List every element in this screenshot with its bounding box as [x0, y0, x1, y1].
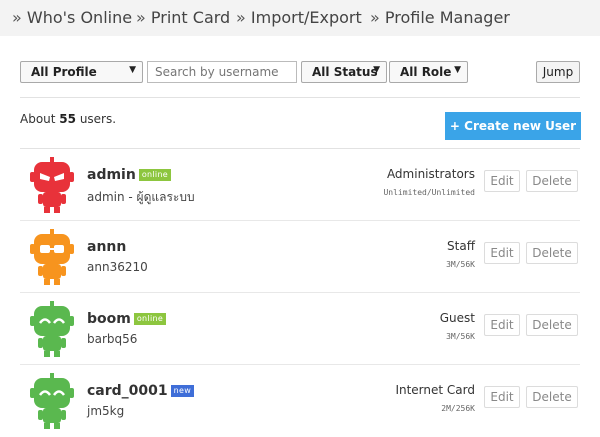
delete-button[interactable]: Delete	[526, 386, 578, 408]
divider	[20, 97, 580, 98]
chevron-down-icon: ▼	[129, 65, 136, 75]
username[interactable]: admin	[87, 167, 136, 183]
user-quota: 3M/56K	[446, 332, 475, 341]
user-role: Internet Card	[395, 383, 475, 397]
summary-suffix: users.	[76, 112, 117, 126]
delete-button[interactable]: Delete	[526, 314, 578, 336]
nav-link-label: Who's Online	[26, 8, 133, 27]
create-new-user-button[interactable]: + Create new User	[445, 112, 581, 140]
user-quota: 3M/56K	[446, 260, 475, 269]
nav-link-whos-online[interactable]: » Who's Online	[12, 8, 132, 27]
user-subtitle: jm5kg	[87, 404, 125, 418]
new-badge: new	[170, 385, 195, 397]
user-count-summary: About 55 users.	[20, 112, 116, 126]
admin-robot-avatar-icon	[30, 157, 74, 213]
nav-link-label: Profile Manager	[384, 8, 510, 27]
nav-arrow: »	[236, 8, 246, 27]
delete-button[interactable]: Delete	[526, 242, 578, 264]
nav-arrow: »	[136, 8, 146, 27]
user-quota: 2M/256K	[441, 404, 475, 413]
edit-button[interactable]: Edit	[484, 242, 520, 264]
chevron-down-icon: ▼	[373, 65, 380, 75]
user-count: 55	[59, 112, 76, 126]
online-badge: online	[133, 313, 167, 325]
card-robot-avatar-icon	[30, 373, 74, 429]
status-select[interactable]: All Status ▼	[301, 61, 387, 83]
search-input[interactable]	[147, 61, 297, 83]
edit-button[interactable]: Edit	[484, 386, 520, 408]
nav-arrow: »	[12, 8, 22, 27]
role-select-value: All Role	[400, 65, 452, 79]
nav-link-label: Import/Export	[250, 8, 362, 27]
nav-link-profile-manager[interactable]: » Profile Manager	[370, 8, 510, 27]
edit-button[interactable]: Edit	[484, 314, 520, 336]
user-row: admin online admin - ผู้ดูแลระบบ Administ…	[20, 149, 580, 221]
filter-toolbar: All Profile ▼ All Status ▼ All Role ▼ Ju…	[0, 61, 600, 85]
status-select-value: All Status	[312, 65, 378, 79]
user-quota: Unlimited/Unlimited	[383, 188, 475, 197]
user-row: card_0001 new jm5kg Internet Card 2M/256K…	[20, 365, 580, 437]
nav-link-import-export[interactable]: » Import/Export	[236, 8, 362, 27]
profile-select[interactable]: All Profile ▼	[20, 61, 143, 83]
user-subtitle: admin - ผู้ดูแลระบบ	[87, 190, 195, 204]
jump-button[interactable]: Jump	[536, 61, 580, 83]
user-role: Guest	[439, 311, 475, 325]
edit-button[interactable]: Edit	[484, 170, 520, 192]
profile-select-value: All Profile	[31, 65, 97, 79]
chevron-down-icon: ▼	[454, 65, 461, 75]
staff-robot-avatar-icon	[30, 229, 74, 285]
user-row: boom online barbq56 Guest 3M/56K Edit Del…	[20, 293, 580, 365]
delete-button[interactable]: Delete	[526, 170, 578, 192]
role-select[interactable]: All Role ▼	[389, 61, 468, 83]
online-badge: online	[138, 169, 172, 181]
user-role: Administrators	[386, 167, 475, 181]
user-role: Staff	[447, 239, 475, 253]
nav-arrow: »	[370, 8, 380, 27]
guest-robot-avatar-icon	[30, 301, 74, 357]
nav-link-print-card[interactable]: » Print Card	[136, 8, 230, 27]
user-subtitle: ann36210	[87, 260, 148, 274]
nav-link-label: Print Card	[150, 8, 231, 27]
top-navigation: » Who's Online » Print Card » Import/Exp…	[0, 0, 600, 36]
summary-prefix: About	[20, 112, 60, 126]
username[interactable]: card_0001	[87, 383, 168, 399]
user-subtitle: barbq56	[87, 332, 138, 346]
user-row: annn ann36210 Staff 3M/56K Edit Delete	[20, 221, 580, 293]
username[interactable]: boom	[87, 311, 131, 327]
username[interactable]: annn	[87, 239, 126, 255]
